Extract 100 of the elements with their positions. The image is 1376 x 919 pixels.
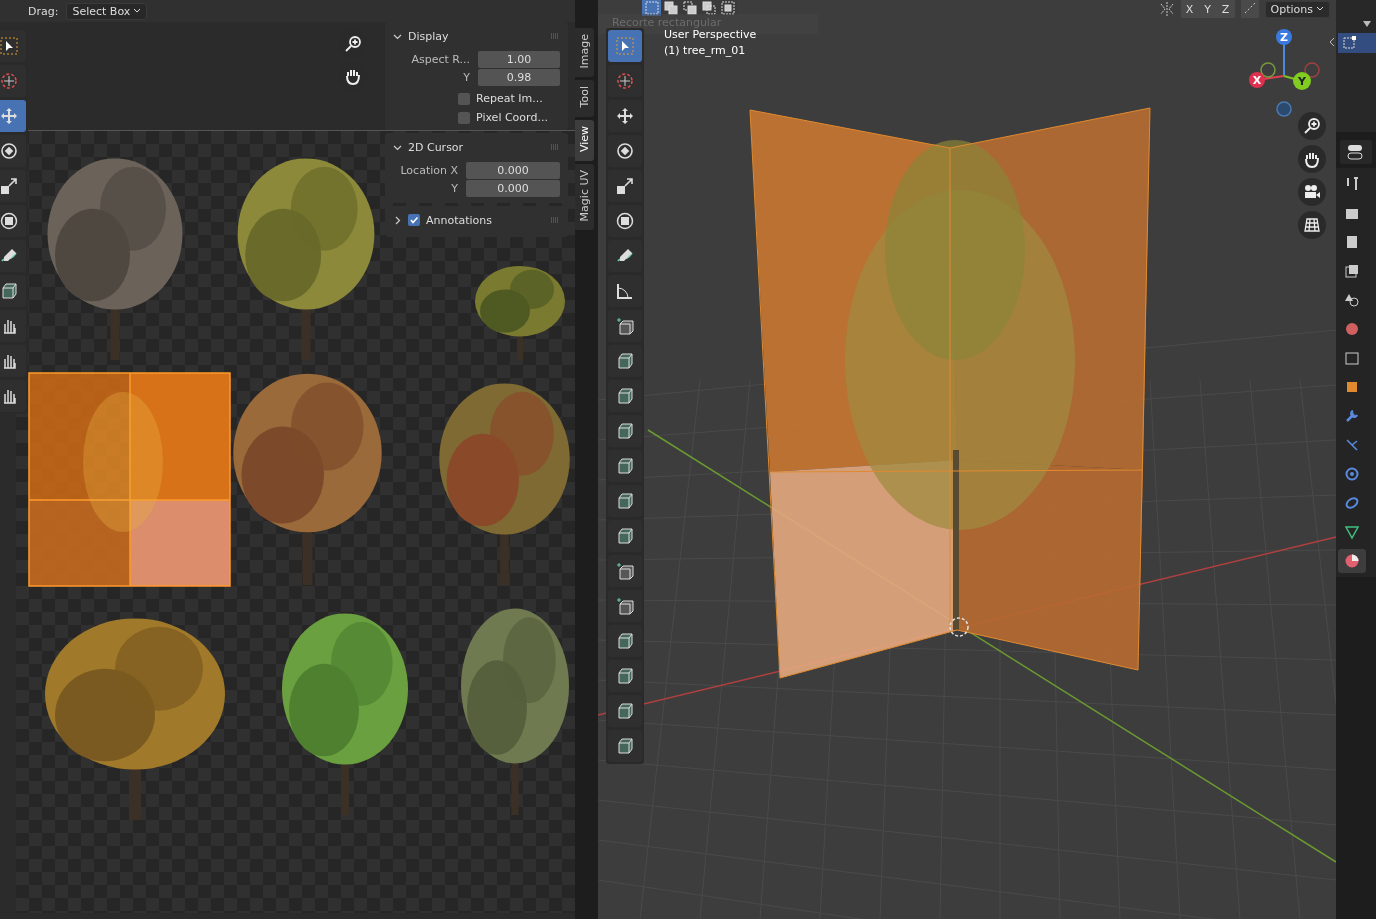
sidebar-tab[interactable]: View [575,119,594,161]
cube-plus-icon [616,562,634,580]
transform-icon [616,212,634,230]
move-arrows-icon [0,107,18,125]
tool-button[interactable] [0,240,26,272]
cube-icon [616,422,634,440]
field-label: Location X [400,164,458,177]
checkbox-label[interactable]: Repeat Im... [476,92,543,105]
field-label: Y [463,71,470,84]
tool-button[interactable] [0,170,26,202]
number-field[interactable]: 0.000 [466,180,560,197]
number-field[interactable]: 1.00 [478,51,560,68]
camera-icon [1303,183,1321,201]
tool-button[interactable] [608,170,642,202]
editor-type-button[interactable] [1340,140,1372,164]
sidebar-tab[interactable]: Tool [575,80,594,117]
cube-icon [616,527,634,545]
checkbox[interactable] [458,92,470,105]
cube-icon [616,457,634,475]
axis-gizmo[interactable]: Z X Y [1248,28,1328,118]
modifier-tab-icon [1344,408,1360,424]
scale-icon [0,177,18,195]
zoom-icon [344,35,362,53]
grid-icon [1303,216,1321,234]
rotate-icon [0,142,18,160]
drag-handle-icon[interactable] [550,217,560,223]
number-field[interactable]: 0.98 [478,69,560,86]
select-box-icon [616,37,634,55]
sidebar-tab[interactable]: Image [575,28,594,78]
checkbox-label[interactable]: Pixel Coord... [476,111,548,124]
chevron-right-icon[interactable] [393,215,402,225]
object-tab-icon [1344,379,1360,395]
ruler-icon [616,282,634,300]
data-tab-icon [1344,524,1360,540]
object-name: (1) tree_rm_01 [664,44,747,57]
tool-button[interactable] [0,205,26,237]
crosshair-icon [0,72,18,90]
world-tab-icon [1344,321,1360,337]
output-tab-icon [1344,234,1360,250]
checkbox[interactable] [458,111,470,124]
squares-icon [701,1,716,15]
tool-button[interactable] [0,345,26,377]
cube-icon [616,352,634,370]
tool-button[interactable] [608,135,642,167]
view-layer-tab-icon [1344,263,1360,279]
drag-handle-icon[interactable] [550,144,560,150]
drag-mode-dropdown[interactable]: Select Box [66,2,148,20]
cube-icon [616,632,634,650]
chevron-left-icon[interactable] [1328,37,1336,47]
field-label: Aspect R... [411,53,470,66]
chevron-down-icon [1316,6,1324,12]
mirror-icon[interactable] [1158,1,1175,17]
tool-button[interactable] [608,205,642,237]
particles-tab-icon [1344,437,1360,453]
scene-tab-icon [1344,292,1360,308]
number-field[interactable]: 0.000 [466,162,560,179]
squares-icon [644,1,659,15]
selection-mode-button[interactable] [699,0,718,16]
panel-title[interactable]: Annotations [426,213,544,227]
selection-mode-button[interactable] [680,0,699,16]
selection-mode-button[interactable] [718,0,737,16]
squares-icon [682,1,697,15]
cube-icon [616,667,634,685]
tool-button[interactable] [0,310,26,342]
crosshair-icon [616,72,634,90]
mesh-icon [1342,36,1358,50]
tool-tab-icon [1344,176,1360,192]
cube-icon [616,737,634,755]
panel-title[interactable]: 2D Cursor [408,140,544,154]
tool-button[interactable] [0,380,26,412]
cube-icon [616,387,634,405]
panel-title[interactable]: Display [408,29,544,43]
rotate-icon [616,142,634,160]
physics-tab-icon [1344,466,1360,482]
move-arrows-icon [616,107,634,125]
tool-button[interactable] [608,240,642,272]
filter-icon[interactable] [1362,20,1372,28]
select-box-icon [0,37,18,55]
hand-icon [344,67,362,85]
outliner-row[interactable] [1338,33,1376,53]
properties-tab[interactable] [1338,549,1366,573]
tool-button[interactable] [0,275,26,307]
toggle-icon [1347,144,1365,160]
field-label: Y [451,182,458,195]
view-name: User Perspective [664,28,757,41]
scale-icon [616,177,634,195]
selection-mode-button[interactable] [661,0,680,16]
cube-plus-icon [616,597,634,615]
tool-button[interactable] [0,30,26,62]
tool-button[interactable] [608,100,642,132]
tool-button[interactable] [608,275,642,307]
checkbox[interactable] [408,214,420,226]
tool-button[interactable] [0,135,26,167]
drag-handle-icon[interactable] [550,33,560,39]
collection-tab-icon [1344,350,1360,366]
cube-icon [0,282,18,300]
sidebar-tab[interactable]: Magic UV [575,163,594,231]
cube-plus-icon [616,317,634,335]
transform-icon [0,212,18,230]
chevron-down-icon [133,8,142,14]
